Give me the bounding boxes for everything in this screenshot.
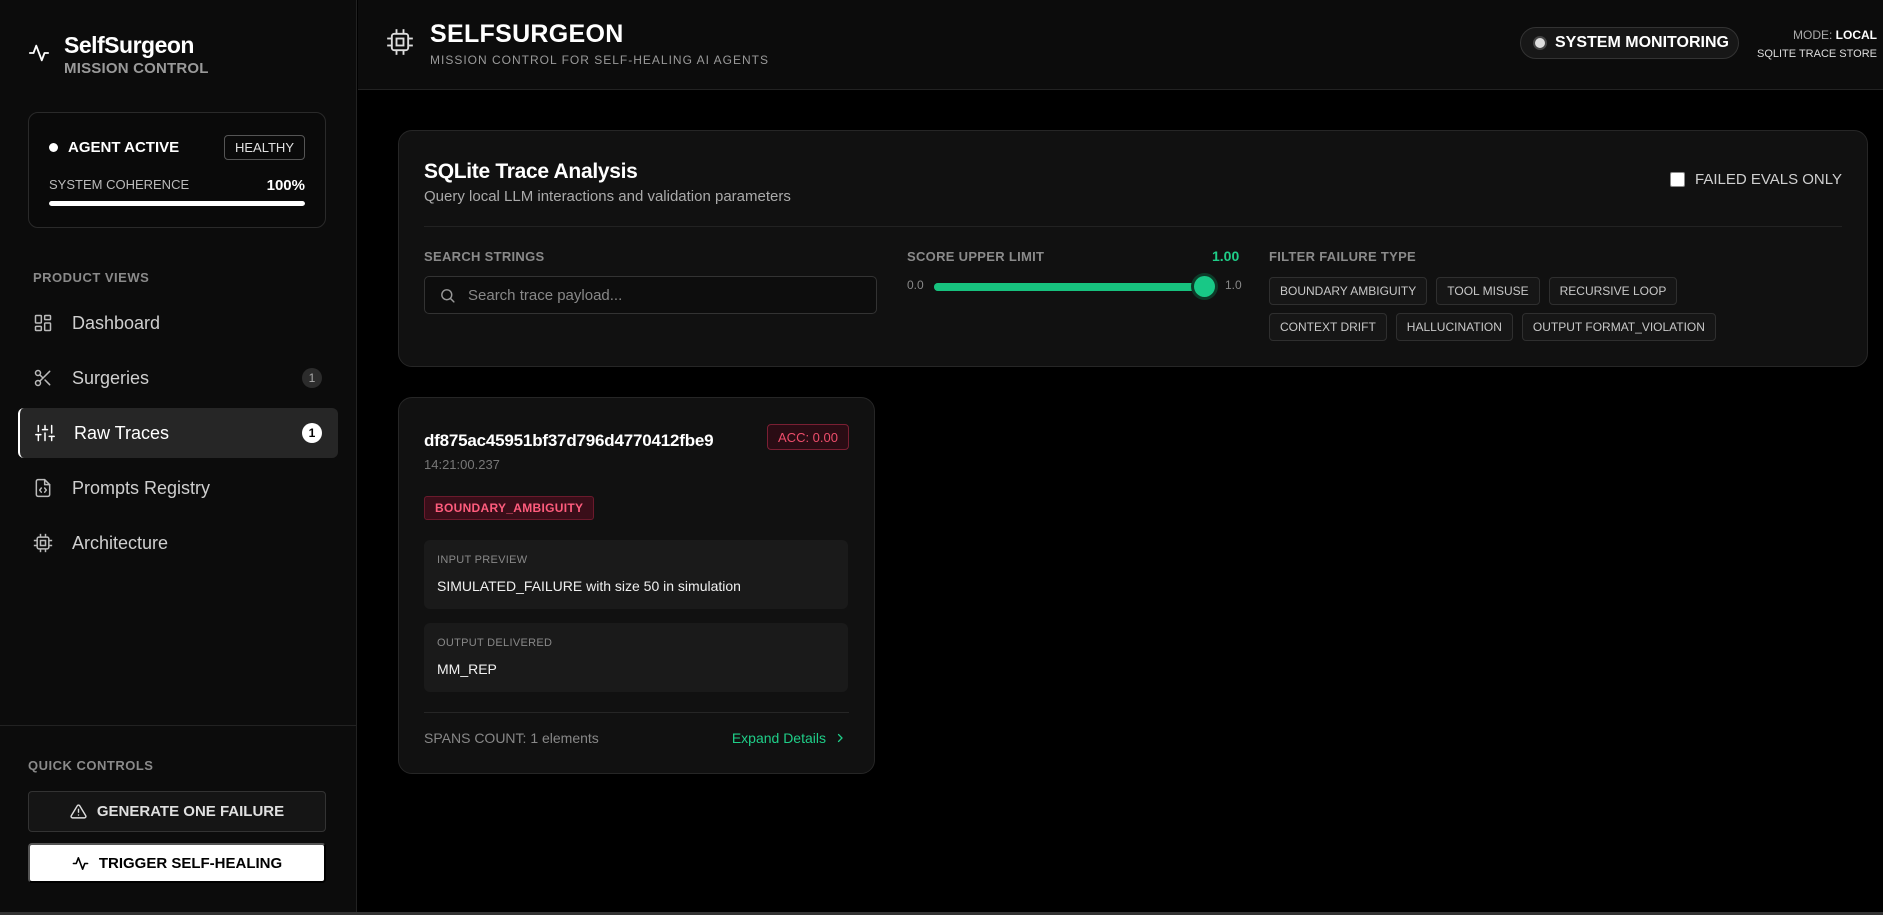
- score-slider-track[interactable]: [934, 283, 1204, 291]
- nav-label: Architecture: [72, 532, 169, 553]
- score-max-label: 1.0: [1225, 278, 1242, 292]
- output-delivered-label: OUTPUT DELIVERED: [437, 637, 553, 649]
- score-min-label: 0.0: [907, 278, 924, 292]
- mode-label: MODE:: [1792, 28, 1833, 42]
- spans-count: SPANS COUNT: 1 elements: [424, 730, 599, 746]
- nav-count-badge: 1: [302, 368, 322, 388]
- score-slider-handle[interactable]: [1194, 276, 1215, 297]
- trigger-self-healing-label: TRIGGER SELF-HEALING: [98, 854, 283, 872]
- nav-label: Prompts Registry: [72, 477, 211, 498]
- nav-label: Raw Traces: [74, 422, 170, 443]
- chip-hallucination[interactable]: HALLUCINATION: [1395, 313, 1513, 341]
- nav-item-dashboard[interactable]: Dashboard: [18, 298, 338, 348]
- score-limit-label: SCORE UPPER LIMIT: [907, 249, 1045, 264]
- search-input[interactable]: Search trace payload...: [424, 276, 877, 314]
- quick-controls: QUICK CONTROLS GENERATE ONE FAILURE TRIG…: [0, 725, 357, 912]
- sliders-icon: [35, 424, 55, 442]
- nav-label: Surgeries: [72, 367, 150, 388]
- monitor-label: SYSTEM MONITORING: [1555, 34, 1729, 51]
- nav-label: Dashboard: [72, 312, 161, 333]
- trace-timestamp: 14:21:00.237: [424, 457, 500, 472]
- coherence-bar-fill: [49, 201, 305, 206]
- nav-item-architecture[interactable]: Architecture: [18, 518, 338, 568]
- top-header: SELFSURGEON MISSION CONTROL FOR SELF-HEA…: [358, 0, 1883, 90]
- system-monitoring-pill[interactable]: SYSTEM MONITORING: [1520, 27, 1739, 59]
- generate-failure-button[interactable]: GENERATE ONE FAILURE: [28, 791, 326, 832]
- failed-evals-only-toggle[interactable]: FAILED EVALS ONLY: [1669, 171, 1842, 188]
- search-icon: [441, 288, 455, 303]
- store-label: SQLITE TRACE STORE: [1756, 48, 1877, 60]
- panel-title: SQLite Trace Analysis: [424, 160, 638, 183]
- chip-tool-misuse[interactable]: TOOL MISUSE: [1436, 277, 1540, 305]
- coherence-bar: [49, 201, 305, 206]
- trace-analysis-panel: SQLite Trace Analysis Query local LLM in…: [398, 130, 1868, 367]
- failed-evals-label: FAILED EVALS ONLY: [1694, 171, 1842, 188]
- filter-failure-label: FILTER FAILURE TYPE: [1269, 249, 1417, 264]
- agent-status-label: AGENT ACTIVE: [68, 139, 180, 156]
- coherence-value: 100%: [266, 177, 305, 194]
- chip-boundary-ambiguity[interactable]: BOUNDARY AMBIGUITY: [1269, 277, 1428, 305]
- panel-subtitle: Query local LLM interactions and validat…: [424, 188, 791, 205]
- monitor-dot: [1535, 38, 1545, 48]
- expand-details-link[interactable]: Expand Details: [732, 730, 846, 746]
- scissors-icon: [34, 369, 51, 387]
- output-delivered-box: OUTPUT DELIVERED MM_REP: [424, 623, 848, 692]
- health-badge: HEALTHY: [224, 135, 305, 160]
- divider: [424, 712, 849, 713]
- input-preview-box: INPUT PREVIEW SIMULATED_FAILURE with siz…: [424, 540, 848, 609]
- mode-indicator: MODE: LOCAL SQLITE TRACE STORE: [1757, 26, 1877, 64]
- input-preview-value: SIMULATED_FAILURE with size 50 in simula…: [437, 578, 741, 594]
- trigger-self-healing-button[interactable]: TRIGGER SELF-HEALING: [28, 843, 326, 883]
- cpu-icon: [33, 533, 53, 553]
- nav-count-badge: 1: [302, 423, 322, 443]
- trace-card[interactable]: df875ac45951bf37d796d4770412fbe9 14:21:0…: [398, 397, 875, 774]
- failure-type-tag: BOUNDARY_AMBIGUITY: [424, 496, 595, 520]
- chip-recursive-loop[interactable]: RECURSIVE LOOP: [1548, 277, 1678, 305]
- agent-status-card: AGENT ACTIVE HEALTHY SYSTEM COHERENCE 10…: [28, 112, 326, 228]
- dashboard-icon: [34, 314, 52, 332]
- nav-section-label: PRODUCT VIEWS: [33, 270, 150, 285]
- brand-name: SelfSurgeon: [64, 32, 194, 58]
- coherence-label: SYSTEM COHERENCE: [49, 177, 190, 192]
- input-preview-label: INPUT PREVIEW: [437, 554, 528, 566]
- divider: [424, 226, 1842, 227]
- failure-type-chips: BOUNDARY AMBIGUITY TOOL MISUSE RECURSIVE…: [1269, 277, 1789, 341]
- search-label: SEARCH STRINGS: [424, 249, 545, 264]
- score-slider-fill: [934, 283, 1204, 291]
- page-subtitle: MISSION CONTROL FOR SELF-HEALING AI AGEN…: [430, 53, 769, 67]
- nav-item-raw-traces[interactable]: Raw Traces 1: [18, 408, 338, 458]
- quick-section-label: QUICK CONTROLS: [28, 758, 154, 773]
- product-nav: Dashboard Surgeries 1 Raw Traces 1 Promp…: [18, 298, 338, 573]
- accuracy-badge: ACC: 0.00: [767, 424, 849, 450]
- sidebar: SelfSurgeon MISSION CONTROL AGENT ACTIVE…: [0, 0, 357, 912]
- trace-id: df875ac45951bf37d796d4770412fbe9: [424, 431, 714, 450]
- file-code-icon: [35, 478, 51, 498]
- warning-icon: [70, 804, 87, 819]
- chip-output-format-violation[interactable]: OUTPUT FORMAT_VIOLATION: [1521, 313, 1716, 341]
- chevron-right-icon: [837, 733, 843, 743]
- score-limit-value: 1.00: [1212, 248, 1240, 264]
- status-dot: [49, 143, 58, 152]
- page-title: SELFSURGEON: [430, 20, 624, 48]
- brand[interactable]: SelfSurgeon MISSION CONTROL: [28, 30, 209, 77]
- expand-details-label: Expand Details: [731, 730, 826, 746]
- generate-failure-label: GENERATE ONE FAILURE: [96, 803, 285, 820]
- cpu-icon: [387, 29, 413, 55]
- mode-value: LOCAL: [1835, 28, 1877, 42]
- output-delivered-value: MM_REP: [437, 661, 497, 677]
- brand-subtitle: MISSION CONTROL: [64, 60, 209, 77]
- chip-context-drift[interactable]: CONTEXT DRIFT: [1269, 313, 1387, 341]
- pulse-icon: [72, 856, 89, 870]
- failed-evals-checkbox[interactable]: [1669, 172, 1685, 187]
- pulse-icon: [28, 44, 50, 62]
- search-placeholder: Search trace payload...: [468, 286, 623, 304]
- nav-item-surgeries[interactable]: Surgeries 1: [18, 353, 338, 403]
- nav-item-prompts-registry[interactable]: Prompts Registry: [18, 463, 338, 513]
